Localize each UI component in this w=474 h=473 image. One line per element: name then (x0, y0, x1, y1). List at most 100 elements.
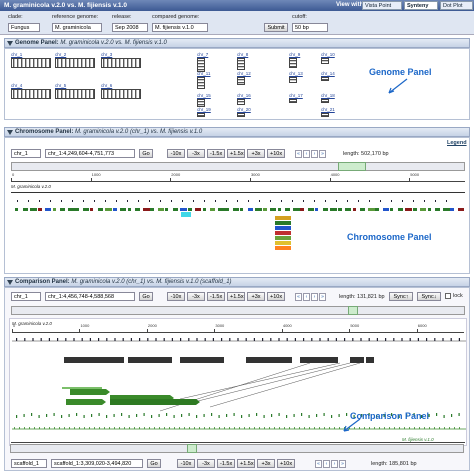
chromosome-link-chr-20[interactable]: chr_20 (237, 107, 251, 112)
feature-block[interactable] (52, 208, 56, 211)
nav-first-icon[interactable]: « (315, 460, 322, 468)
feature-block[interactable] (262, 208, 267, 211)
comparison-scroll-thumb-bottom[interactable] (187, 444, 197, 453)
comparison-go-button[interactable]: Go (139, 292, 153, 301)
feature-block[interactable] (345, 208, 351, 211)
feature-block[interactable] (292, 208, 300, 211)
chromosome-link-chr-1[interactable]: chr_1 (11, 52, 22, 57)
feature-block[interactable] (82, 208, 89, 211)
feature-block[interactable] (435, 208, 440, 211)
stacked-feature[interactable] (275, 236, 291, 240)
chromosome-ideogram[interactable] (321, 77, 329, 81)
chromosome-ideogram[interactable] (101, 58, 141, 68)
sync-up-button[interactable]: Sync↑ (389, 292, 413, 301)
feature-block[interactable] (240, 208, 243, 211)
feature-block[interactable] (450, 208, 454, 211)
nav-prev-icon[interactable]: ‹ (303, 293, 310, 301)
zoom-button[interactable]: -1.5x (207, 292, 225, 301)
zoom-button[interactable]: -3x (187, 149, 205, 158)
nav-last-icon[interactable]: » (319, 293, 326, 301)
feature-block[interactable] (67, 208, 75, 211)
nav-last-icon[interactable]: » (339, 460, 346, 468)
chromosome-ideogram[interactable] (321, 113, 329, 117)
feature-block[interactable] (300, 208, 304, 211)
feature-block[interactable] (457, 208, 464, 211)
chromosome-ideogram[interactable] (289, 58, 297, 68)
feature-block[interactable] (135, 208, 140, 211)
feature-block[interactable] (420, 208, 426, 211)
feature-block[interactable] (97, 208, 103, 211)
feature-block[interactable] (255, 208, 262, 211)
zoom-button[interactable]: -1.5x (207, 149, 225, 158)
zoom-button[interactable]: -10x (167, 149, 185, 158)
comparison-chromosome-select[interactable]: chr_1 (11, 292, 41, 301)
chromosome-ideogram[interactable] (197, 113, 205, 117)
chromosome-link-chr-11[interactable]: chr_11 (197, 71, 210, 76)
chromosome-link-chr-21[interactable]: chr_21 (321, 107, 335, 112)
chromosome-go-button[interactable]: Go (139, 149, 153, 158)
feature-block[interactable] (270, 208, 276, 211)
chromosome-link-chr-10[interactable]: chr_10 (321, 52, 335, 57)
comparison-panel-header[interactable]: Comparison Panel: M. graminicola v.2.0 (… (4, 277, 470, 287)
feature-block[interactable] (397, 208, 403, 211)
stacked-feature[interactable] (275, 216, 291, 220)
chromosome-ideogram[interactable] (321, 58, 329, 64)
feature-block[interactable] (90, 208, 93, 211)
chromosome-ideogram[interactable] (289, 77, 297, 83)
sync-down-button[interactable]: Sync↓ (417, 292, 441, 301)
feature-block[interactable] (307, 208, 314, 211)
feature-block[interactable] (127, 208, 131, 211)
chromosome-ideogram[interactable] (55, 58, 95, 68)
zoom-button[interactable]: -1.5x (217, 459, 235, 468)
feature-block[interactable] (225, 208, 229, 211)
nav-next-icon[interactable]: › (311, 150, 318, 158)
chromosome-ideogram[interactable] (55, 89, 95, 99)
nav-next-icon[interactable]: › (311, 293, 318, 301)
feature-block[interactable] (30, 208, 37, 211)
chromosome-ideogram[interactable] (321, 99, 329, 103)
feature-block[interactable] (202, 208, 206, 211)
chromosome-link-chr-9[interactable]: chr_9 (289, 52, 300, 57)
chromosome-ideogram[interactable] (197, 99, 205, 107)
feature-block[interactable] (217, 208, 225, 211)
nav-prev-icon[interactable]: ‹ (303, 150, 310, 158)
chromosome-scrollbar[interactable] (11, 162, 465, 171)
chromosome-link-chr-2[interactable]: chr_2 (55, 52, 66, 57)
nav-first-icon[interactable]: « (295, 293, 302, 301)
chromosome-link-chr-3[interactable]: chr_3 (101, 52, 112, 57)
feature-block[interactable] (22, 208, 28, 211)
feature-block[interactable] (382, 208, 389, 211)
feature-block[interactable] (60, 208, 65, 211)
chromosome-ideogram[interactable] (197, 77, 205, 89)
reference-genome-select[interactable]: M. graminicola (52, 23, 102, 32)
comparison-scroll-thumb-top[interactable] (348, 306, 358, 315)
feature-block[interactable] (37, 208, 42, 211)
feature-block[interactable] (232, 208, 239, 211)
zoom-button[interactable]: -10x (167, 292, 185, 301)
chromosome-ideogram[interactable] (11, 89, 51, 99)
clade-select[interactable]: Fungus (8, 23, 40, 32)
chromosome-ideogram[interactable] (237, 58, 245, 70)
stacked-feature[interactable] (275, 226, 291, 230)
zoom-button[interactable]: +3x (247, 292, 265, 301)
compared-genome-select[interactable]: M. fijiensis v.1.0 (152, 23, 208, 32)
feature-block[interactable] (322, 208, 328, 211)
feature-block[interactable] (405, 208, 412, 211)
release-select[interactable]: Sep 2008 (112, 23, 148, 32)
feature-block[interactable] (195, 208, 201, 211)
feature-block[interactable] (360, 208, 365, 211)
chromosome-ideogram[interactable] (237, 113, 245, 117)
zoom-button[interactable]: +1.5x (227, 149, 245, 158)
genome-panel-header[interactable]: Genome Panel: M. graminicola v.2.0 vs. M… (4, 38, 470, 48)
chromosome-link-chr-15[interactable]: chr_15 (197, 93, 211, 98)
chromosome-range-input[interactable]: chr_1:4,249,604-4,751,773 (45, 149, 135, 158)
chromosome-link-chr-5[interactable]: chr_5 (55, 83, 66, 88)
chromosome-select[interactable]: chr_1 (11, 149, 41, 158)
nav-prev-icon[interactable]: ‹ (323, 460, 330, 468)
feature-block[interactable] (210, 208, 215, 211)
feature-block[interactable] (442, 208, 450, 211)
zoom-button[interactable]: -3x (197, 459, 215, 468)
nav-next-icon[interactable]: › (331, 460, 338, 468)
cutoff-select[interactable]: 50 bp (292, 23, 328, 32)
scaffold-select[interactable]: scaffold_1 (11, 459, 47, 468)
